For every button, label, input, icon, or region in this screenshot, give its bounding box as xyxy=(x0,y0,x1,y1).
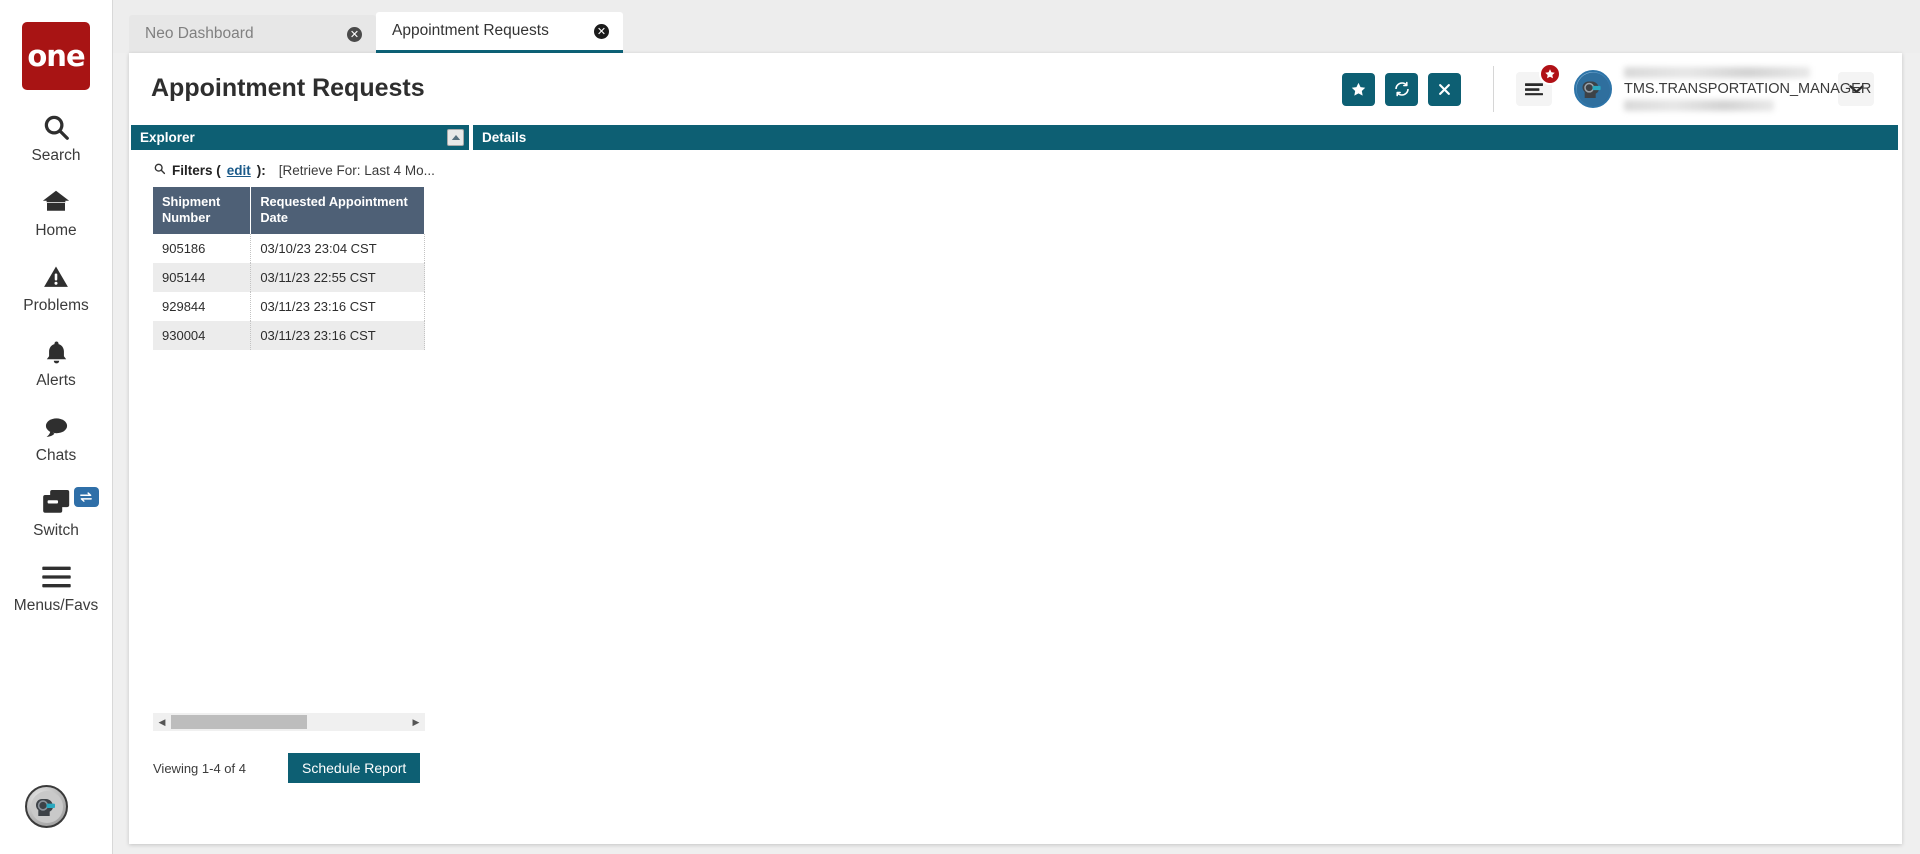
hamburger-icon xyxy=(41,560,72,594)
sidebar-item-label: Menus/Favs xyxy=(13,597,99,614)
page-header: Appointment Requests TMS.TRANSPORTATION_… xyxy=(129,53,1902,125)
blurred-text-line xyxy=(1624,67,1810,78)
star-badge-icon xyxy=(1539,63,1561,85)
explorer-panel-title: Explorer xyxy=(140,130,195,145)
sidebar-item-label: Switch xyxy=(33,522,79,539)
sidebar-item-switch[interactable]: Switch xyxy=(0,485,113,540)
close-circle-icon[interactable]: ✕ xyxy=(594,23,609,39)
scroll-right-arrow-icon[interactable]: ▶ xyxy=(407,713,425,731)
sidebar-item-chats[interactable]: Chats xyxy=(0,410,113,465)
scrollbar-thumb[interactable] xyxy=(171,715,307,729)
cell-shipment-number: 929844 xyxy=(153,291,252,321)
cell-requested-appointment-date: 03/11/23 23:16 CST xyxy=(250,320,425,350)
sidebar-item-label: Home xyxy=(35,222,77,239)
blurred-text-line xyxy=(1624,100,1774,111)
star-icon xyxy=(1351,82,1366,96)
details-panel-header: Details xyxy=(473,125,1898,150)
cell-shipment-number: 930004 xyxy=(153,320,252,350)
table-header-row: Shipment Number Requested Appointment Da… xyxy=(153,187,425,234)
user-text-wrap: TMS.TRANSPORTATION_MANAGER xyxy=(1624,64,1872,114)
sidebar-user-avatar[interactable] xyxy=(25,785,68,828)
main-area: Neo Dashboard ✕ Appointment Requests ✕ A… xyxy=(113,0,1920,854)
header-divider xyxy=(1493,66,1494,112)
appointment-requests-table: Shipment Number Requested Appointment Da… xyxy=(153,187,425,350)
sidebar-item-label: Alerts xyxy=(36,372,76,389)
application-window: one Search Home Problems Alerts Chats Sw… xyxy=(0,0,1920,854)
explorer-footer: Viewing 1-4 of 4 Schedule Report xyxy=(153,753,453,783)
page-title: Appointment Requests xyxy=(151,74,425,102)
home-icon xyxy=(40,185,72,219)
favorite-button[interactable] xyxy=(1342,72,1375,106)
schedule-report-button[interactable]: Schedule Report xyxy=(288,753,421,783)
brand-logo[interactable]: one xyxy=(22,22,90,90)
panels-region: Explorer Filters (edit): [Retrieve For… xyxy=(129,125,1902,844)
table-row[interactable]: 905144 03/11/23 22:55 CST xyxy=(153,262,425,292)
hamburger-icon xyxy=(1525,83,1543,96)
tab-bar: Neo Dashboard ✕ Appointment Requests ✕ xyxy=(113,0,1920,53)
scroll-left-arrow-icon[interactable]: ◀ xyxy=(153,713,171,731)
sidebar-item-label: Problems xyxy=(23,297,89,314)
left-sidebar: one Search Home Problems Alerts Chats Sw… xyxy=(0,0,113,854)
cell-requested-appointment-date: 03/11/23 23:16 CST xyxy=(250,291,425,321)
close-button[interactable] xyxy=(1428,72,1461,106)
cell-shipment-number: 905144 xyxy=(153,262,252,292)
explorer-panel-header: Explorer xyxy=(131,125,469,150)
details-panel-title: Details xyxy=(482,130,527,145)
search-icon xyxy=(41,110,71,144)
caret-up-icon xyxy=(451,135,460,140)
user-avatar-robot-icon xyxy=(1576,72,1610,106)
cell-requested-appointment-date: 03/11/23 22:55 CST xyxy=(250,262,425,292)
tab-appointment-requests[interactable]: Appointment Requests ✕ xyxy=(376,12,623,53)
sidebar-item-alerts[interactable]: Alerts xyxy=(0,335,113,390)
filters-label-end: ): xyxy=(256,162,266,178)
user-name: TMS.TRANSPORTATION_MANAGER xyxy=(1624,81,1872,97)
details-panel-body xyxy=(473,150,1898,844)
sidebar-item-menus-favs[interactable]: Menus/Favs xyxy=(0,560,113,615)
table-row[interactable]: 905186 03/10/23 23:04 CST xyxy=(153,233,425,263)
column-header-requested-appointment-date[interactable]: Requested Appointment Date xyxy=(250,187,425,234)
filters-label: Filters ( xyxy=(172,162,221,178)
filters-row: Filters ( edit ): [Retrieve For: Last 4 … xyxy=(131,150,469,187)
details-panel: Details xyxy=(473,125,1898,844)
refresh-button[interactable] xyxy=(1385,72,1418,106)
magnifier-icon xyxy=(153,162,166,178)
sidebar-item-home[interactable]: Home xyxy=(0,185,113,240)
cell-requested-appointment-date: 03/10/23 23:04 CST xyxy=(250,233,425,263)
avatar xyxy=(1574,70,1612,108)
user-avatar-robot-icon xyxy=(30,790,63,823)
column-header-shipment-number[interactable]: Shipment Number xyxy=(153,187,252,234)
header-actions: TMS.TRANSPORTATION_MANAGER xyxy=(1332,53,1902,125)
explorer-grid-wrap: Shipment Number Requested Appointment Da… xyxy=(131,187,469,350)
tab-label: Neo Dashboard xyxy=(145,25,254,42)
tab-neo-dashboard[interactable]: Neo Dashboard ✕ xyxy=(129,15,376,53)
switch-badge-icon[interactable] xyxy=(73,487,99,507)
tab-label: Appointment Requests xyxy=(392,22,549,39)
close-circle-icon[interactable]: ✕ xyxy=(347,26,362,42)
explorer-collapse-button[interactable] xyxy=(447,129,464,146)
sidebar-item-label: Chats xyxy=(35,447,77,464)
scrollbar-track[interactable] xyxy=(307,713,407,731)
sidebar-item-search[interactable]: Search xyxy=(0,110,113,165)
sidebar-item-problems[interactable]: Problems xyxy=(0,260,113,315)
explorer-panel: Explorer Filters (edit): [Retrieve For… xyxy=(131,125,469,844)
bell-icon xyxy=(43,335,70,369)
chat-bubble-icon xyxy=(41,410,72,444)
content-card: Appointment Requests TMS.TRANSPORTATION_… xyxy=(129,53,1902,844)
viewing-count: Viewing 1-4 of 4 xyxy=(153,760,246,776)
user-block[interactable]: TMS.TRANSPORTATION_MANAGER xyxy=(1574,64,1902,114)
x-icon xyxy=(1439,83,1450,95)
refresh-icon xyxy=(1394,81,1409,97)
filters-edit-link[interactable]: edit xyxy=(227,163,251,178)
table-row[interactable]: 929844 03/11/23 23:16 CST xyxy=(153,291,425,321)
table-row[interactable]: 930004 03/11/23 23:16 CST xyxy=(153,320,425,350)
filters-description: [Retrieve For: Last 4 Mo... xyxy=(278,162,435,178)
sidebar-item-label: Search xyxy=(31,147,81,164)
brand-logo-text: one xyxy=(27,39,85,73)
warning-triangle-icon xyxy=(41,260,71,294)
switch-windows-icon xyxy=(40,485,73,519)
horizontal-scrollbar[interactable]: ◀ ▶ xyxy=(153,713,425,731)
cell-shipment-number: 905186 xyxy=(153,233,252,263)
header-menu-button[interactable] xyxy=(1516,63,1561,106)
